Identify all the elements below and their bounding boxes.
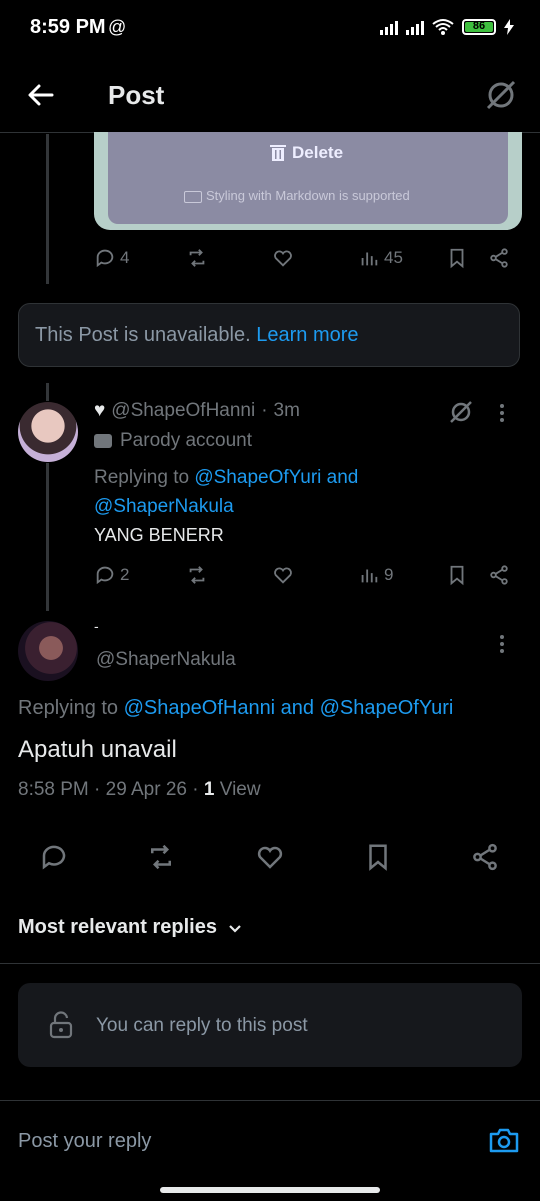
hanni-time: 3m [273, 400, 300, 421]
repost-icon[interactable] [146, 842, 176, 872]
repost-icon[interactable] [186, 564, 208, 586]
bookmark-icon[interactable] [446, 564, 468, 586]
repost-icon[interactable] [186, 247, 208, 269]
signal-icon-2 [406, 19, 424, 35]
battery-icon: 86 [462, 19, 496, 35]
mention-link[interactable]: @ShapeOfYuri [194, 467, 321, 488]
hanni-handle[interactable]: @ShapeOfHanni [111, 400, 255, 422]
grok-icon[interactable] [484, 78, 518, 112]
hanni-post-text: YANG BENERR [94, 525, 224, 545]
grok-icon[interactable] [448, 399, 474, 425]
main-post-text: Apatuh unavail [18, 736, 177, 763]
back-arrow-icon[interactable] [26, 80, 56, 110]
wifi-icon [432, 19, 454, 35]
delete-label: Delete [292, 143, 344, 162]
avatar[interactable] [18, 402, 78, 462]
first-post-actions: 4 45 [94, 247, 514, 271]
reply-icon [96, 249, 114, 268]
bookmark-icon[interactable] [363, 842, 393, 872]
views-count: 45 [384, 248, 403, 267]
home-indicator [160, 1187, 380, 1193]
post-meta: 8:58 PM · 29 Apr 26 · 1 View [18, 779, 261, 800]
unlock-icon [49, 1011, 73, 1039]
like-icon[interactable] [272, 247, 294, 269]
like-icon[interactable] [272, 564, 294, 586]
reply-icon[interactable] [39, 842, 69, 872]
reply-restriction-text: You can reply to this post [96, 1015, 308, 1036]
unavailable-text: This Post is unavailable. Learn more [35, 324, 359, 346]
share-icon[interactable] [488, 564, 510, 586]
delete-button[interactable]: Delete [270, 143, 343, 163]
display-name[interactable]: - [94, 618, 99, 634]
reply-input[interactable]: Post your reply [18, 1130, 151, 1153]
status-bar: 8:59 PM @ 86 [0, 0, 540, 60]
views-button[interactable]: 9 [358, 564, 393, 586]
main-handle[interactable]: @ShaperNakula [96, 649, 236, 671]
views-button[interactable]: 45 [358, 247, 403, 269]
top-bar: Post [0, 60, 540, 133]
reply-restriction-notice: You can reply to this post [18, 983, 522, 1067]
views-count: 9 [384, 565, 394, 584]
reply-button[interactable]: 4 [94, 247, 129, 269]
thread-line [46, 383, 49, 401]
reply-button[interactable]: 2 [94, 564, 129, 586]
hanni-header: ♥ @ShapeOfHanni · 3m [94, 400, 300, 422]
share-icon[interactable] [470, 842, 500, 872]
bookmark-icon[interactable] [446, 247, 468, 269]
unavailable-notice: This Post is unavailable. Learn more [18, 303, 520, 367]
views-icon [361, 252, 378, 266]
thread-line [46, 463, 49, 611]
camera-icon[interactable] [488, 1125, 520, 1155]
reply-composer: Post your reply [0, 1100, 540, 1201]
markdown-icon [184, 190, 202, 203]
parody-label: Parody account [94, 430, 252, 452]
avatar[interactable] [18, 621, 78, 681]
page-title: Post [108, 80, 165, 110]
at-icon: @ [108, 17, 127, 37]
reply-count: 2 [120, 565, 130, 584]
main-replying-to: Replying to @ShapeOfHanni and @ShapeOfYu… [18, 697, 454, 719]
more-icon[interactable] [500, 404, 506, 422]
trash-icon [270, 145, 286, 161]
reply-count: 4 [120, 248, 130, 267]
thread-line [46, 134, 49, 284]
sort-dropdown[interactable]: Most relevant replies [18, 916, 243, 939]
chevron-down-icon [229, 924, 241, 933]
divider [0, 963, 540, 964]
signal-icon [380, 19, 398, 35]
markdown-note: Styling with Markdown is supported [184, 188, 410, 203]
charging-icon [504, 19, 514, 35]
learn-more-link[interactable]: Learn more [256, 324, 358, 346]
share-icon[interactable] [488, 247, 510, 269]
mask-icon [94, 434, 112, 448]
views-icon [361, 569, 378, 583]
more-icon[interactable] [500, 635, 506, 653]
reply-icon [96, 566, 114, 585]
status-icons: 86 [380, 18, 514, 36]
sort-label: Most relevant replies [18, 916, 217, 938]
mention-links[interactable]: @ShapeOfHanni and @ShapeOfYuri [124, 697, 454, 719]
status-time: 8:59 PM [30, 16, 106, 38]
heart-badge-icon: ♥ [94, 400, 106, 421]
replying-to: Replying to @ShapeOfYuri and @ShaperNaku… [94, 467, 359, 517]
mention-link[interactable]: @ShaperNakula [94, 496, 234, 517]
hanni-post-actions: 2 9 [94, 564, 514, 588]
view-count: 1 [203, 779, 215, 800]
main-post-actions [0, 838, 540, 878]
like-icon[interactable] [255, 842, 285, 872]
